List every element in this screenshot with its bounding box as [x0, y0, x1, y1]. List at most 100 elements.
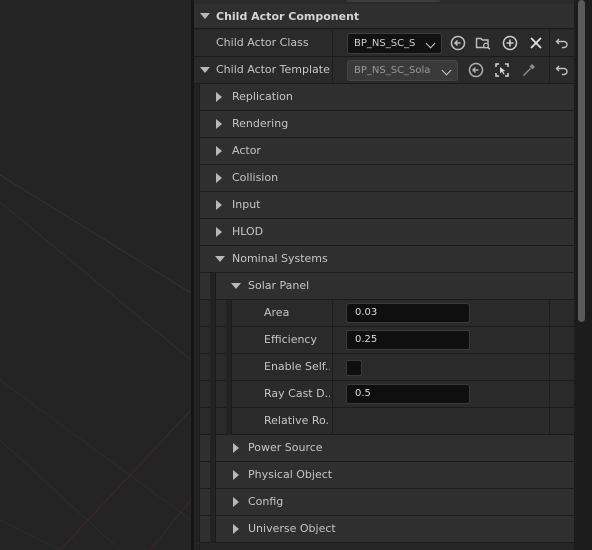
column-divider[interactable] [332, 300, 333, 326]
category-collision[interactable]: Collision [194, 165, 574, 192]
indent-guide [210, 381, 216, 408]
collapse-arrow-icon [233, 497, 239, 507]
indent-guide [194, 354, 200, 381]
indent-guide [210, 354, 216, 381]
category-universe-object[interactable]: Universe Object [194, 516, 574, 543]
collapse-arrow-icon [216, 173, 222, 183]
indent-guide [226, 354, 232, 381]
property-label: Efficiency [264, 333, 317, 346]
property-label: Child Actor Class [216, 36, 309, 49]
reset-arrow-icon[interactable] [554, 35, 570, 51]
plus-circle-icon[interactable] [502, 35, 518, 51]
combo-value: BP_NS_SC_Sola [354, 65, 431, 76]
expand-arrow-icon [215, 256, 225, 262]
collapse-arrow-icon [216, 146, 222, 156]
indent-guide [194, 327, 200, 354]
eyedropper-icon[interactable] [521, 62, 537, 78]
child-actor-class-combo[interactable]: BP_NS_SC_S [347, 33, 442, 54]
category-label: Input [232, 198, 261, 211]
reset-column-divider [549, 381, 550, 407]
chevron-down-icon [425, 38, 436, 49]
collapse-arrow-icon [216, 92, 222, 102]
category-rendering[interactable]: Rendering [194, 111, 574, 138]
indent-guide [194, 544, 200, 550]
collapse-arrow-icon [216, 119, 222, 129]
indent-guide [210, 408, 216, 435]
category-replication[interactable]: Replication [194, 84, 574, 111]
category-physical-object[interactable]: Physical Object [194, 462, 574, 489]
property-label: Area [264, 306, 290, 319]
reset-column-divider [549, 57, 550, 83]
scrollbar-thumb[interactable] [578, 0, 585, 322]
area-input[interactable]: 0.03 [346, 303, 470, 323]
efficiency-input[interactable]: 0.25 [346, 330, 470, 350]
indent-guide [194, 381, 200, 408]
indent-guide [226, 408, 232, 435]
indent-guide [194, 84, 200, 111]
enable-self-checkbox[interactable] [346, 360, 362, 376]
category-input[interactable]: Input [194, 192, 574, 219]
reset-column-divider [549, 408, 550, 434]
indent-guide [194, 273, 200, 300]
reset-column-divider [549, 354, 550, 380]
section-header-child-actor-component[interactable]: Child Actor Component [194, 4, 574, 29]
category-label: Power Source [248, 441, 323, 454]
category-label: Solar Panel [248, 279, 310, 292]
property-row-area: Area 0.03 [194, 300, 574, 327]
property-label: Child Actor Template [216, 63, 330, 76]
expand-arrow-icon [231, 283, 241, 289]
collapse-arrow-icon [233, 470, 239, 480]
level-viewport[interactable] [0, 0, 191, 550]
reset-arrow-icon[interactable] [554, 62, 570, 78]
indent-guide [194, 219, 200, 246]
indent-guide [210, 327, 216, 354]
folder-search-icon[interactable] [475, 35, 491, 51]
property-row-enable-self: Enable Self... [194, 354, 574, 381]
column-divider[interactable] [332, 57, 333, 83]
panel-bottom [194, 544, 574, 550]
indent-guide [210, 273, 216, 300]
indent-guide [210, 462, 216, 489]
expand-arrow-icon [200, 13, 210, 19]
column-divider[interactable] [332, 408, 333, 434]
chevron-down-icon [441, 65, 452, 76]
column-divider[interactable] [332, 327, 333, 353]
section-header-label: Child Actor Component [216, 10, 360, 23]
indent-guide [194, 138, 200, 165]
category-label: Actor [232, 144, 261, 157]
column-divider[interactable] [332, 30, 333, 56]
property-row-child-actor-template[interactable]: Child Actor Template BP_NS_SC_Sola [194, 57, 574, 84]
selection-icon[interactable] [494, 62, 510, 78]
collapse-arrow-icon [216, 227, 222, 237]
collapse-arrow-icon [233, 524, 239, 534]
reset-column-divider [549, 327, 550, 353]
close-icon[interactable] [528, 35, 544, 51]
arrow-left-circle-icon[interactable] [468, 62, 484, 78]
property-label: Enable Self... [264, 360, 330, 373]
category-hlod[interactable]: HLOD [194, 219, 574, 246]
indent-guide [194, 435, 200, 462]
indent-guide [194, 192, 200, 219]
category-nominal-systems[interactable]: Nominal Systems [194, 246, 574, 273]
indent-guide [210, 300, 216, 327]
category-label: Collision [232, 171, 279, 184]
category-power-source[interactable]: Power Source [194, 435, 574, 462]
reset-column-divider [549, 30, 550, 56]
property-row-child-actor-class: Child Actor Class BP_NS_SC_S [194, 30, 574, 57]
ray-cast-input[interactable]: 0.5 [346, 384, 470, 404]
top-stub [346, 0, 440, 2]
category-actor[interactable]: Actor [194, 138, 574, 165]
column-divider[interactable] [332, 354, 333, 380]
category-solar-panel[interactable]: Solar Panel [194, 273, 574, 300]
indent-guide [194, 516, 200, 543]
category-label: HLOD [232, 225, 264, 238]
property-row-relative-rotation: Relative Ro... [194, 408, 574, 435]
collapse-arrow-icon [216, 200, 222, 210]
indent-guide [194, 111, 200, 138]
property-row-ray-cast: Ray Cast D... 0.5 [194, 381, 574, 408]
indent-guide [194, 462, 200, 489]
column-divider[interactable] [332, 381, 333, 407]
category-config[interactable]: Config [194, 489, 574, 516]
arrow-left-circle-icon[interactable] [450, 35, 466, 51]
indent-guide [210, 516, 216, 543]
